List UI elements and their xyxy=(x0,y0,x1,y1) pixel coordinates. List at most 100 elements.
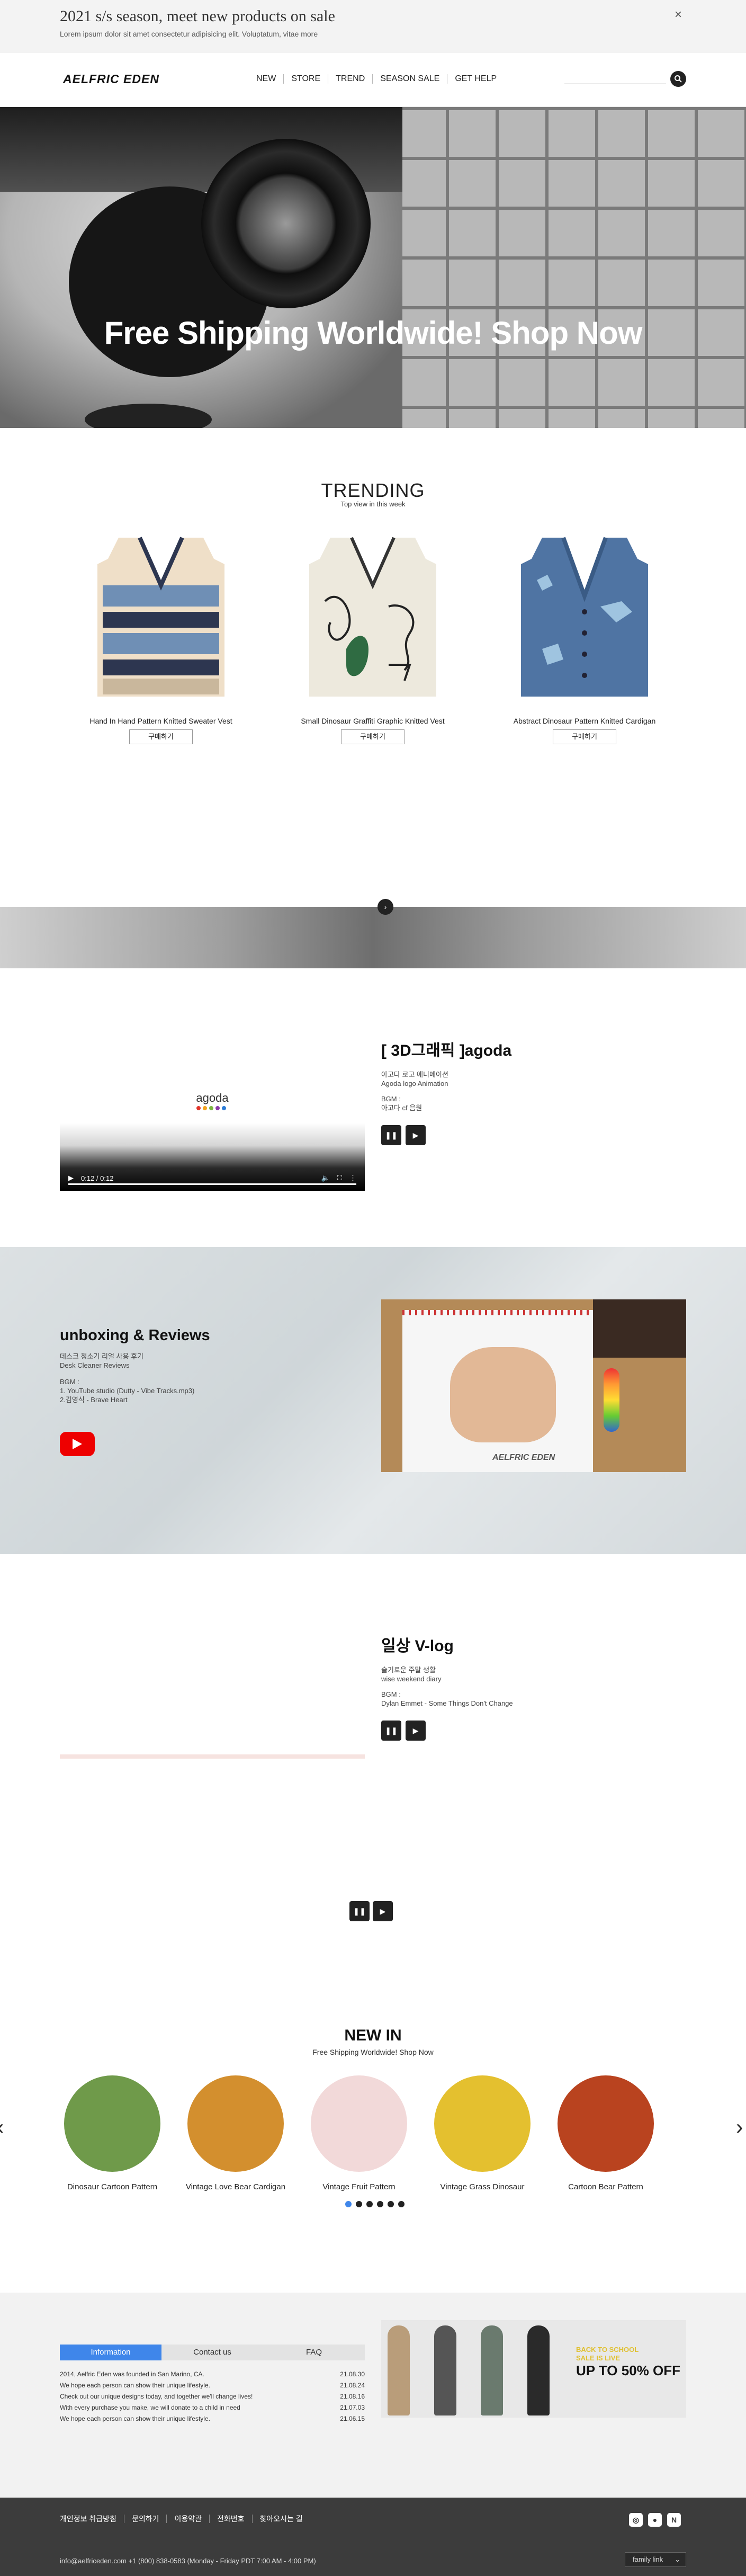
footer-link[interactable]: 이용약관 xyxy=(166,2515,209,2523)
product-card[interactable]: Hand In Hand Pattern Knitted Sweater Ves… xyxy=(71,527,251,744)
news-text[interactable]: Check out our unique designs today, and … xyxy=(60,2391,253,2402)
site-header: AELFRIC EDEN NEW STORE TREND SEASON SALE… xyxy=(0,53,746,107)
new-in-name[interactable]: Cartoon Bear Pattern xyxy=(554,2182,658,2191)
product-image[interactable] xyxy=(495,527,675,707)
video1-title: [ 3D그래픽 ]agoda xyxy=(381,1042,512,1059)
pagination-dot[interactable] xyxy=(388,2201,394,2207)
nav-get-help[interactable]: GET HELP xyxy=(447,74,504,84)
new-in-name[interactable]: Vintage Love Bear Cardigan xyxy=(184,2182,287,2191)
nav-season-sale[interactable]: SEASON SALE xyxy=(372,74,447,84)
new-in-item[interactable]: Vintage Fruit Pattern xyxy=(307,2075,411,2191)
carousel-pagination xyxy=(343,2200,407,2210)
nav-new[interactable]: NEW xyxy=(249,74,283,84)
video1-info: [ 3D그래픽 ]agoda 아고다 로고 애니메이션 Agoda logo A… xyxy=(381,1037,511,1145)
news-row[interactable]: Check out our unique designs today, and … xyxy=(60,2391,365,2402)
news-text[interactable]: We hope each person can show their uniqu… xyxy=(60,2380,210,2391)
play-button[interactable]: ▶ xyxy=(373,1901,393,1921)
more-icon[interactable]: ⋮ xyxy=(349,1174,356,1182)
pause-button[interactable]: ❚❚ xyxy=(381,1721,401,1741)
pagination-dot-active[interactable] xyxy=(345,2201,352,2207)
pause-button[interactable]: ❚❚ xyxy=(381,1125,401,1145)
notebook-spiral xyxy=(402,1310,593,1315)
news-date: 21.08.30 xyxy=(340,2370,365,2378)
news-date: 21.08.16 xyxy=(340,2393,365,2400)
hero-banner[interactable]: Free Shipping Worldwide! Shop Now xyxy=(0,107,746,428)
play-icon[interactable]: ▶ xyxy=(68,1174,74,1182)
pagination-dot[interactable] xyxy=(366,2201,373,2207)
news-text[interactable]: 2014, Aelfric Eden was founded in San Ma… xyxy=(60,2369,204,2380)
sale-banner[interactable]: BACK TO SCHOOL SALE IS LIVE UP TO 50% OF… xyxy=(381,2320,686,2418)
play-button[interactable]: ▶ xyxy=(406,1721,426,1741)
news-row[interactable]: We hope each person can show their uniqu… xyxy=(60,2413,365,2425)
product-card[interactable]: Abstract Dinosaur Pattern Knitted Cardig… xyxy=(495,527,675,744)
family-link-select[interactable]: family link ⌄ xyxy=(625,2552,686,2567)
new-in-item[interactable]: Cartoon Bear Pattern xyxy=(554,2075,658,2191)
carousel-next-button[interactable]: › xyxy=(736,2116,743,2140)
video-player-agoda[interactable]: agoda ▶ 0:12 / 0:12 🔈 ⛶ ⋮ xyxy=(60,1039,365,1191)
talk-icon[interactable]: ● xyxy=(648,2513,662,2527)
footer-link[interactable]: 개인정보 취급방침 xyxy=(60,2515,124,2523)
news-date: 21.07.03 xyxy=(340,2404,365,2411)
product-name[interactable]: Abstract Dinosaur Pattern Knitted Cardig… xyxy=(495,717,675,725)
volume-icon[interactable]: 🔈 xyxy=(321,1174,330,1182)
play-button[interactable]: ▶ xyxy=(406,1125,426,1145)
tab-information[interactable]: Information xyxy=(60,2345,161,2360)
model xyxy=(434,2325,456,2415)
unboxing-info: unboxing & Reviews 데스크 청소기 리얼 사용 후기 Desk… xyxy=(60,1327,210,1456)
buy-button[interactable]: 구매하기 xyxy=(553,729,616,744)
tab-faq[interactable]: FAQ xyxy=(263,2345,365,2360)
nav-store[interactable]: STORE xyxy=(283,74,328,84)
sale-banner-big: UP TO 50% OFF xyxy=(576,2363,680,2378)
new-in-image[interactable] xyxy=(434,2075,531,2172)
footer-link[interactable]: 문의하기 xyxy=(123,2515,167,2523)
new-in-image[interactable] xyxy=(187,2075,284,2172)
pause-button[interactable]: ❚❚ xyxy=(349,1901,370,1921)
footer-contact: info@aelfriceden.com +1 (800) 838-0583 (… xyxy=(60,2557,316,2565)
blog-icon[interactable]: N xyxy=(667,2513,681,2527)
new-in-item[interactable]: Dinosaur Cartoon Pattern xyxy=(60,2075,164,2191)
pagination-dot[interactable] xyxy=(377,2201,383,2207)
video-progress-bar[interactable] xyxy=(68,1183,356,1185)
new-in-name[interactable]: Vintage Fruit Pattern xyxy=(307,2182,411,2191)
new-in-name[interactable]: Vintage Grass Dinosaur xyxy=(430,2182,534,2191)
youtube-icon[interactable] xyxy=(60,1432,95,1456)
new-in-image[interactable] xyxy=(558,2075,654,2172)
footer-link[interactable]: 전화번호 xyxy=(209,2515,252,2523)
news-text[interactable]: We hope each person can show their uniqu… xyxy=(60,2413,210,2425)
product-image[interactable] xyxy=(283,527,463,707)
carousel-prev-button[interactable]: ‹ xyxy=(0,2116,4,2140)
new-in-image[interactable] xyxy=(311,2075,407,2172)
vlog-video-placeholder[interactable] xyxy=(60,1754,365,1759)
news-list: 2014, Aelfric Eden was founded in San Ma… xyxy=(60,2369,365,2425)
vlog-title: 일상 V-log xyxy=(381,1637,454,1655)
pagination-dot[interactable] xyxy=(356,2201,362,2207)
news-row[interactable]: We hope each person can show their uniqu… xyxy=(60,2380,365,2391)
buy-button[interactable]: 구매하기 xyxy=(129,729,193,744)
new-in-image[interactable] xyxy=(64,2075,160,2172)
buy-button[interactable]: 구매하기 xyxy=(341,729,405,744)
news-row[interactable]: 2014, Aelfric Eden was founded in San Ma… xyxy=(60,2369,365,2380)
scroll-down-icon[interactable]: › xyxy=(378,899,393,915)
product-name[interactable]: Hand In Hand Pattern Knitted Sweater Ves… xyxy=(71,717,251,725)
logo[interactable]: AELFRIC EDEN xyxy=(63,72,159,86)
footer-link[interactable]: 찾아오시는 길 xyxy=(251,2515,310,2523)
unboxing-photo[interactable]: AELFRIC EDEN xyxy=(381,1299,686,1472)
product-card[interactable]: Small Dinosaur Graffiti Graphic Knitted … xyxy=(283,527,463,744)
product-name[interactable]: Small Dinosaur Graffiti Graphic Knitted … xyxy=(283,717,463,725)
nav-trend[interactable]: TREND xyxy=(328,74,372,84)
fullscreen-icon[interactable]: ⛶ xyxy=(337,1174,342,1182)
tab-contact-us[interactable]: Contact us xyxy=(161,2345,263,2360)
video1-bgm-label: BGM : xyxy=(381,1095,401,1103)
product-image[interactable] xyxy=(71,527,251,707)
pagination-dot[interactable] xyxy=(398,2201,405,2207)
instagram-icon[interactable]: ◎ xyxy=(629,2513,643,2527)
news-text[interactable]: With every purchase you make, we will do… xyxy=(60,2402,240,2413)
search-icon[interactable] xyxy=(670,71,686,87)
new-in-name[interactable]: Dinosaur Cartoon Pattern xyxy=(60,2182,164,2191)
close-icon[interactable]: × xyxy=(675,7,682,22)
unboxing-line: 데스크 청소기 리얼 사용 후기 xyxy=(60,1352,143,1360)
new-in-item[interactable]: Vintage Love Bear Cardigan xyxy=(184,2075,287,2191)
video1-bgm: 아고다 cf 음원 xyxy=(381,1104,423,1112)
news-row[interactable]: With every purchase you make, we will do… xyxy=(60,2402,365,2413)
new-in-item[interactable]: Vintage Grass Dinosaur xyxy=(430,2075,534,2191)
